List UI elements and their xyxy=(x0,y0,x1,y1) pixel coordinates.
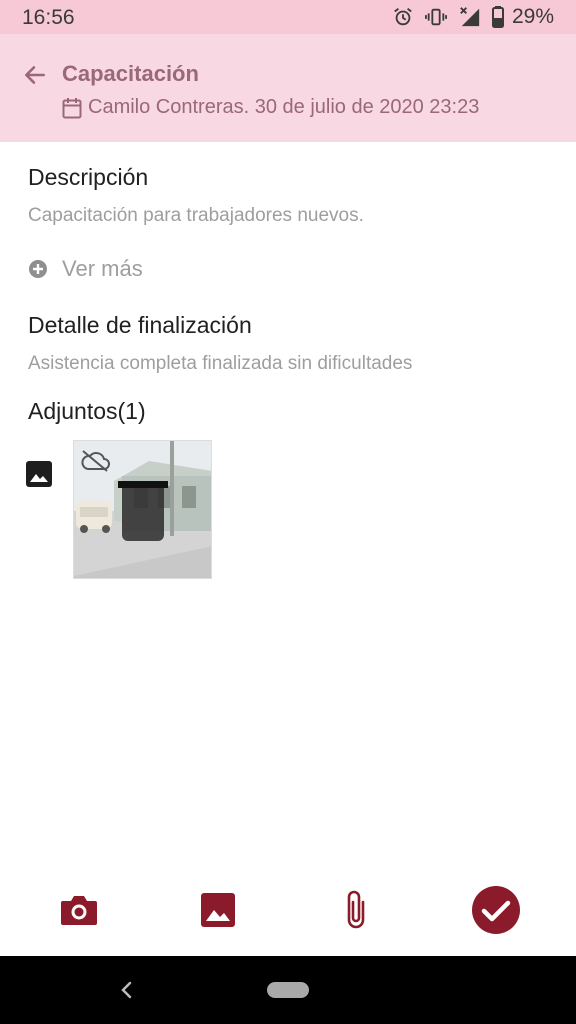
trash-lid xyxy=(118,481,168,488)
battery-icon xyxy=(491,6,504,28)
image-icon xyxy=(26,461,52,487)
battery-percent: 29% xyxy=(511,5,554,28)
bottom-toolbar xyxy=(0,880,576,944)
alarm-icon xyxy=(392,6,414,28)
trash-icon[interactable] xyxy=(122,481,164,541)
vibrate-icon xyxy=(424,6,448,28)
plus-circle-icon xyxy=(29,260,47,278)
subtitle-row: Camilo Contreras. 30 de julio de 2020 23… xyxy=(62,96,479,119)
calendar-icon xyxy=(62,97,82,118)
camera-button[interactable] xyxy=(56,880,102,940)
nav-back-button[interactable] xyxy=(112,976,140,1004)
completion-heading: Detalle de finalización xyxy=(28,312,252,338)
nav-home-pill[interactable] xyxy=(267,982,309,998)
description-heading: Descripción xyxy=(28,164,149,190)
system-nav-bar xyxy=(0,956,576,1024)
arrow-left-icon xyxy=(25,66,45,84)
cloud-off-icon xyxy=(81,450,110,472)
ver-mas-label: Ver más xyxy=(62,256,143,281)
camera-icon xyxy=(61,896,97,925)
ver-mas-button[interactable]: Ver más xyxy=(28,256,143,282)
status-icons: 29% xyxy=(392,4,554,30)
status-bar: 16:56 29% xyxy=(0,0,576,34)
description-text: Capacitación para trabajadores nuevos. xyxy=(28,205,364,226)
page-subtitle: Camilo Contreras. 30 de julio de 2020 23… xyxy=(88,96,480,118)
signal-off-icon xyxy=(458,6,482,28)
app-bar: Capacitación Camilo Contreras. 30 de jul… xyxy=(0,34,576,142)
attach-button[interactable] xyxy=(338,880,374,940)
attachment-thumbnail[interactable] xyxy=(73,440,212,579)
check-circle-icon xyxy=(472,886,520,934)
back-button[interactable] xyxy=(20,60,50,90)
chevron-left-icon xyxy=(121,981,132,999)
status-time: 16:56 xyxy=(22,6,75,29)
paperclip-icon xyxy=(347,890,365,929)
gallery-icon xyxy=(201,893,235,927)
page-title: Capacitación xyxy=(62,61,199,86)
completion-text: Asistencia completa finalizada sin dific… xyxy=(28,353,413,374)
gallery-button[interactable] xyxy=(198,880,238,940)
confirm-button[interactable] xyxy=(470,880,522,940)
attachments-heading: Adjuntos(1) xyxy=(28,398,146,424)
